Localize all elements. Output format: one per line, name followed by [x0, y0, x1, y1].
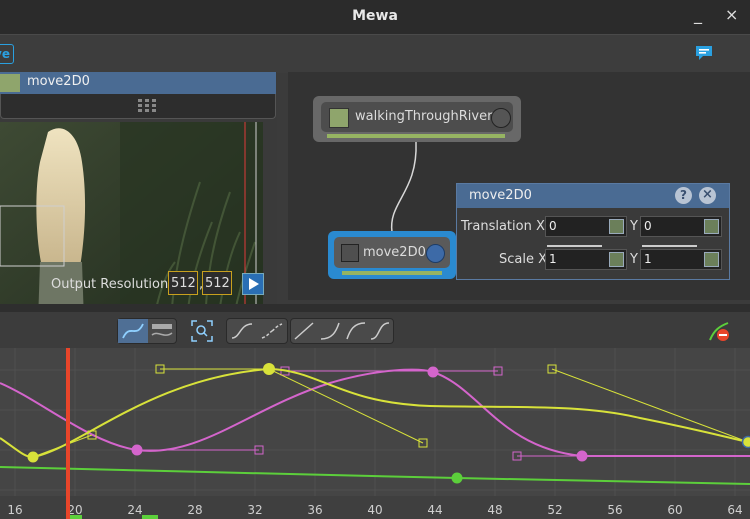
- frame-range-marker: [142, 515, 158, 519]
- curve-mode-icon[interactable]: [118, 319, 148, 343]
- scale-y-slider[interactable]: [642, 245, 697, 247]
- break-tangent-icon[interactable]: [258, 320, 286, 342]
- keyframe-icon[interactable]: [609, 252, 624, 267]
- translation-x-label: Translation X: [461, 219, 545, 234]
- frame-range-marker: [70, 515, 82, 519]
- node-body: move2D0: [334, 237, 450, 268]
- node-body: walkingThroughRiver0: [321, 102, 513, 132]
- timeline-tick-label: 60: [667, 503, 682, 517]
- properties-header: move2D0 ? ×: [457, 184, 729, 208]
- zoom-fit-icon[interactable]: [190, 319, 214, 343]
- scale-y-label: Y: [630, 252, 638, 267]
- scale-x-label: Scale X: [499, 252, 548, 267]
- timeline-tick-label: 64: [727, 503, 742, 517]
- viewer-toolbar: [0, 94, 276, 119]
- timeline-tick-label: 44: [427, 503, 442, 517]
- viewer-header: move2D0: [0, 72, 276, 95]
- play-icon: [249, 278, 259, 290]
- yellow-keyframe: [27, 451, 39, 463]
- ease-in-out-icon[interactable]: [368, 320, 392, 342]
- node-walkingthroughriver[interactable]: walkingThroughRiver0: [313, 96, 521, 142]
- timeline-tick-label: 16: [7, 503, 22, 517]
- magenta-keyframe: [131, 444, 143, 456]
- scale-y-field[interactable]: 1: [640, 249, 722, 270]
- keyframe-icon[interactable]: [704, 252, 719, 267]
- scale-x-value: 1: [549, 252, 557, 266]
- current-frame-marker: [66, 348, 70, 519]
- render-button[interactable]: [242, 273, 264, 295]
- resolution-height-input[interactable]: 512: [202, 271, 232, 295]
- scale-y-value: 1: [644, 252, 652, 266]
- grid-icon[interactable]: [137, 98, 157, 114]
- smooth-tangent-icon[interactable]: [228, 320, 256, 342]
- translation-y-label: Y: [630, 219, 638, 234]
- viewer-panel: move2D0: [0, 72, 277, 340]
- help-icon[interactable]: ?: [675, 187, 692, 204]
- translation-x-value: 0: [549, 219, 557, 233]
- magenta-keyframe: [576, 450, 588, 462]
- timeline-tick-label: 52: [547, 503, 562, 517]
- node-move2d[interactable]: move2D0: [328, 231, 456, 279]
- panel-splitter[interactable]: [0, 304, 750, 312]
- yellow-keyframe: [741, 435, 750, 449]
- node-label: walkingThroughRiver0: [355, 109, 501, 124]
- resolution-width-input[interactable]: 512: [168, 271, 198, 295]
- timeline-tick-label: 56: [607, 503, 622, 517]
- save-button[interactable]: ve: [0, 44, 14, 64]
- close-window-button[interactable]: ×: [725, 5, 738, 24]
- keyframe-icon[interactable]: [704, 219, 719, 234]
- top-toolbar: ve: [0, 34, 750, 73]
- timeline-tick-label: 24: [127, 503, 142, 517]
- ease-in-icon[interactable]: [318, 320, 342, 342]
- node-enable-toggle[interactable]: [329, 108, 349, 128]
- viewer-node-name: move2D0: [27, 74, 90, 89]
- keyframe-icon[interactable]: [609, 219, 624, 234]
- node-status-strip: [342, 271, 442, 275]
- properties-title: move2D0: [469, 188, 532, 203]
- node-label: move2D0: [363, 245, 426, 260]
- timeline-tick-label: 28: [187, 503, 202, 517]
- output-resolution-label: Output Resolution:: [51, 277, 173, 292]
- dopesheet-mode-icon[interactable]: [148, 319, 176, 343]
- scale-x-slider[interactable]: [547, 245, 602, 247]
- node-status-strip: [327, 134, 505, 138]
- timeline-tick-label: 32: [247, 503, 262, 517]
- title-bar: Mewa _ ×: [0, 0, 750, 34]
- translation-y-field[interactable]: 0: [640, 216, 722, 237]
- node-output-port[interactable]: [426, 244, 445, 263]
- translation-y-value: 0: [644, 219, 652, 233]
- window-title: Mewa: [352, 8, 398, 24]
- timeline-tick-label: 48: [487, 503, 502, 517]
- yellow-keyframe: [263, 363, 275, 375]
- scale-x-field[interactable]: 1: [545, 249, 627, 270]
- timeline-tick-label: 36: [307, 503, 322, 517]
- green-keyframe: [451, 472, 463, 484]
- translation-x-field[interactable]: 0: [545, 216, 627, 237]
- ease-out-icon[interactable]: [344, 320, 368, 342]
- node-enable-toggle[interactable]: [341, 244, 359, 262]
- timeline-tick-label: 40: [367, 503, 382, 517]
- node-color-swatch: [0, 74, 20, 92]
- curve-graph[interactable]: 16 20 24 28 32 36 40 44 48 52 56 60 64: [0, 348, 750, 519]
- magenta-keyframe: [427, 366, 439, 378]
- minimize-button[interactable]: _: [694, 5, 702, 24]
- node-output-port[interactable]: [491, 108, 511, 128]
- chat-icon[interactable]: [694, 44, 714, 62]
- remove-curve-icon[interactable]: [706, 320, 732, 344]
- close-icon[interactable]: ×: [699, 187, 716, 204]
- linear-interp-icon[interactable]: [292, 320, 316, 342]
